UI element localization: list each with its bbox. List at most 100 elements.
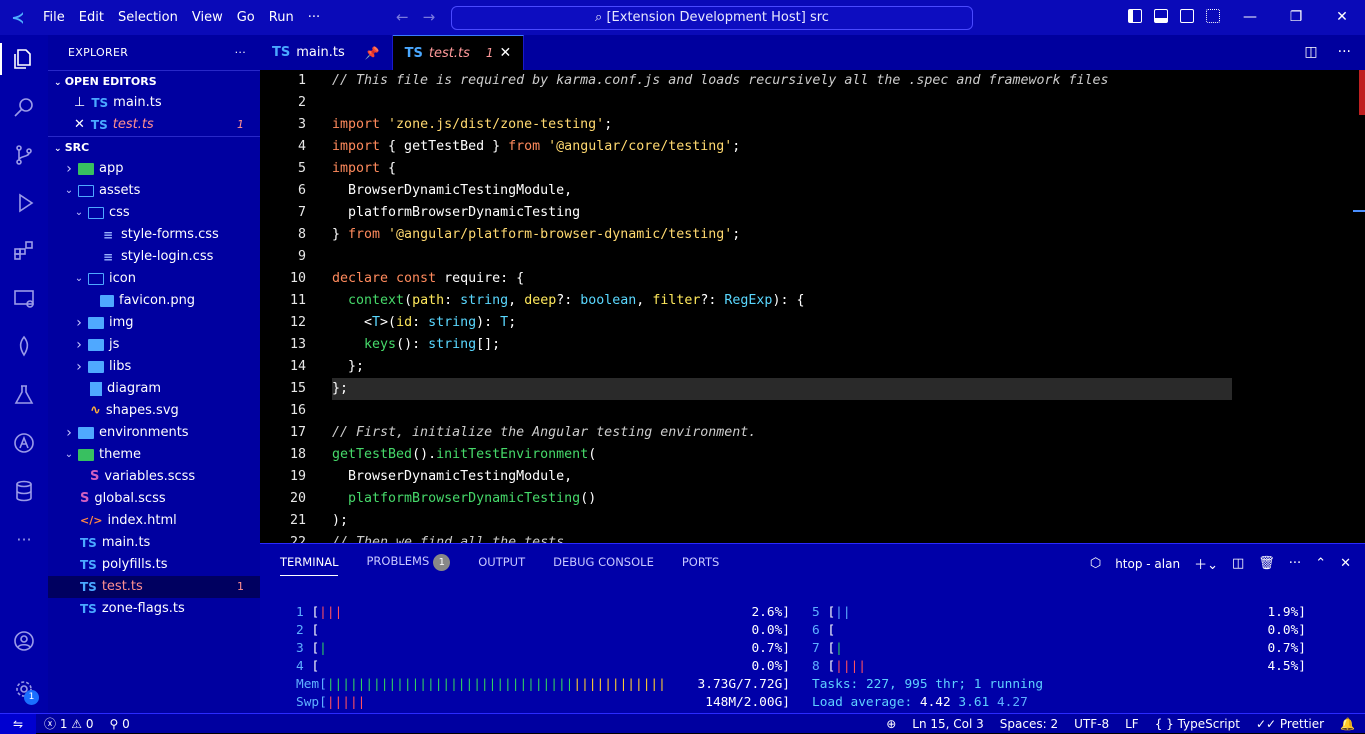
errors-status[interactable]: ⓧ 1 ⚠ 0: [44, 715, 94, 732]
line-endings[interactable]: LF: [1125, 717, 1139, 731]
mongodb-leaf-icon[interactable]: [0, 323, 48, 371]
open-editor-item[interactable]: ✕ TS test.ts 1: [48, 114, 260, 136]
tree-item-environments[interactable]: › environments: [48, 422, 260, 444]
menu-item[interactable]: Selection: [118, 10, 178, 25]
notifications-bell-icon[interactable]: 🔔: [1340, 717, 1355, 731]
testing-flask-icon[interactable]: [0, 371, 48, 419]
tree-item-favicon-png[interactable]: favicon.png: [48, 290, 260, 312]
tree-item-icon[interactable]: ⌄ icon: [48, 268, 260, 290]
tree-item-assets[interactable]: ⌄ assets: [48, 180, 260, 202]
forward-arrow-icon[interactable]: →: [423, 8, 436, 26]
kill-terminal-icon[interactable]: 🗑: [1258, 556, 1275, 571]
remote-indicator-icon[interactable]: ⇋: [0, 713, 36, 734]
nav-arrows: ← →: [396, 8, 449, 26]
minimize-icon[interactable]: —: [1227, 0, 1273, 35]
explorer-more-button[interactable]: ···: [235, 35, 246, 70]
encoding[interactable]: UTF-8: [1074, 717, 1109, 731]
search-activity-icon[interactable]: [0, 83, 48, 131]
tree-item-variables-scss[interactable]: Svariables.scss: [48, 466, 260, 488]
line-number: 1: [297, 73, 306, 88]
file-label: zone-flags.ts: [101, 601, 185, 616]
code-token: getTestBed: [332, 447, 413, 462]
menu-item[interactable]: Edit: [79, 10, 104, 25]
tree-item-img[interactable]: › img: [48, 312, 260, 334]
load-label: Load average:: [812, 695, 920, 710]
new-terminal-icon[interactable]: ＋⌄: [1194, 554, 1218, 573]
panel-more-icon[interactable]: ···: [1289, 556, 1301, 571]
code-token: ,: [636, 293, 653, 308]
tree-item-css[interactable]: ⌄ css: [48, 202, 260, 224]
tab-terminal[interactable]: TERMINAL: [280, 555, 339, 576]
tree-item-diagram[interactable]: diagram: [48, 378, 260, 400]
tab-problems[interactable]: PROBLEMS 1: [366, 553, 451, 571]
run-debug-icon[interactable]: [0, 179, 48, 227]
back-arrow-icon[interactable]: ←: [396, 8, 409, 26]
tab-ports[interactable]: PORTS: [682, 555, 719, 569]
source-control-icon[interactable]: [0, 131, 48, 179]
angular-icon[interactable]: [0, 419, 48, 467]
toggle-secondary-sidebar-icon[interactable]: [1180, 9, 1194, 23]
indentation[interactable]: Spaces: 2: [1000, 717, 1058, 731]
code-editor[interactable]: 1 // This file is required by karma.conf.…: [260, 70, 1365, 550]
tab-output[interactable]: OUTPUT: [478, 555, 525, 569]
restore-icon[interactable]: ❐: [1273, 0, 1319, 35]
menu-item[interactable]: File: [43, 10, 65, 25]
command-center-search[interactable]: ⌕ [Extension Development Host] src: [451, 6, 973, 30]
tree-item-polyfills-ts[interactable]: TS polyfills.ts: [48, 554, 260, 576]
line-content: };: [332, 378, 348, 400]
customize-layout-icon[interactable]: [1206, 9, 1220, 23]
open-editor-item[interactable]: ⊥ TS main.ts: [48, 92, 260, 114]
typescript-file-icon: TS: [90, 118, 108, 132]
split-editor-icon[interactable]: ◫: [1304, 44, 1317, 60]
tree-item-app[interactable]: › app: [48, 158, 260, 180]
prettier-status[interactable]: ✓✓ Prettier: [1256, 717, 1324, 731]
tree-item-shapes-svg[interactable]: ∿ shapes.svg: [48, 400, 260, 422]
menu-item[interactable]: Go: [237, 10, 255, 25]
tree-item-index-html[interactable]: </> index.html: [48, 510, 260, 532]
maximize-panel-icon[interactable]: ⌃: [1315, 556, 1326, 571]
tree-item-global-scss[interactable]: Sglobal.scss: [48, 488, 260, 510]
tree-item-js[interactable]: › js: [48, 334, 260, 356]
cursor-position[interactable]: Ln 15, Col 3: [912, 717, 984, 731]
manage-gear-icon[interactable]: 1: [0, 665, 48, 713]
tree-item-style-login-css[interactable]: ≡ style-login.css: [48, 246, 260, 268]
split-terminal-icon[interactable]: ◫: [1232, 556, 1244, 571]
remote-explorer-icon[interactable]: [0, 275, 48, 323]
more-views-icon[interactable]: ···: [0, 515, 48, 563]
toggle-sidebar-icon[interactable]: [1128, 9, 1142, 23]
ports-status[interactable]: ⚲ 0: [110, 717, 130, 731]
tree-item-theme[interactable]: ⌄ theme: [48, 444, 260, 466]
close-icon[interactable]: ✕: [500, 45, 512, 61]
tree-item-main-ts[interactable]: TS main.ts: [48, 532, 260, 554]
tree-item-zone-flags-ts[interactable]: TS zone-flags.ts: [48, 598, 260, 620]
tab-main-ts[interactable]: TS main.ts 📌: [260, 35, 393, 70]
terminal-output[interactable]: 1 [||| 2.6%] 5 [|| 1.9%] 2 [0.0%] 6 [0.0%] 3 […: [296, 604, 1346, 712]
tab-test-ts[interactable]: TS test.ts 1 ✕: [392, 35, 525, 70]
tree-item-libs[interactable]: › libs: [48, 356, 260, 378]
tab-debug-console[interactable]: DEBUG CONSOLE: [553, 555, 654, 569]
open-editors-header[interactable]: ⌄ OPEN EDITORS: [48, 70, 260, 92]
pin-icon[interactable]: ⊥: [74, 92, 85, 114]
zoom-icon[interactable]: ⊕: [886, 717, 896, 731]
extensions-icon[interactable]: [0, 227, 48, 275]
terminal-name[interactable]: htop - alan: [1115, 557, 1180, 571]
code-line: 15};: [260, 378, 1365, 400]
code-line: 3 import 'zone.js/dist/zone-testing';: [260, 114, 1365, 136]
toggle-panel-icon[interactable]: [1154, 9, 1168, 23]
line-content: keys(): string[];: [332, 334, 500, 356]
menu-item[interactable]: Run: [269, 10, 294, 25]
tree-item-test-ts[interactable]: TS test.ts 1: [48, 576, 260, 598]
tree-item-style-forms-css[interactable]: ≡ style-forms.css: [48, 224, 260, 246]
language-mode[interactable]: { } TypeScript: [1155, 717, 1240, 731]
pin-icon[interactable]: 📌: [365, 46, 380, 60]
close-window-icon[interactable]: ✕: [1319, 0, 1365, 35]
accounts-icon[interactable]: [0, 617, 48, 665]
close-panel-icon[interactable]: ✕: [1340, 556, 1351, 571]
src-folder-header[interactable]: ⌄ SRC: [48, 136, 260, 158]
more-actions-icon[interactable]: ···: [1338, 44, 1351, 60]
explorer-icon[interactable]: [0, 35, 48, 83]
menu-item[interactable]: ···: [308, 10, 320, 25]
database-icon[interactable]: [0, 467, 48, 515]
close-icon[interactable]: ✕: [74, 114, 85, 136]
menu-item[interactable]: View: [192, 10, 223, 25]
